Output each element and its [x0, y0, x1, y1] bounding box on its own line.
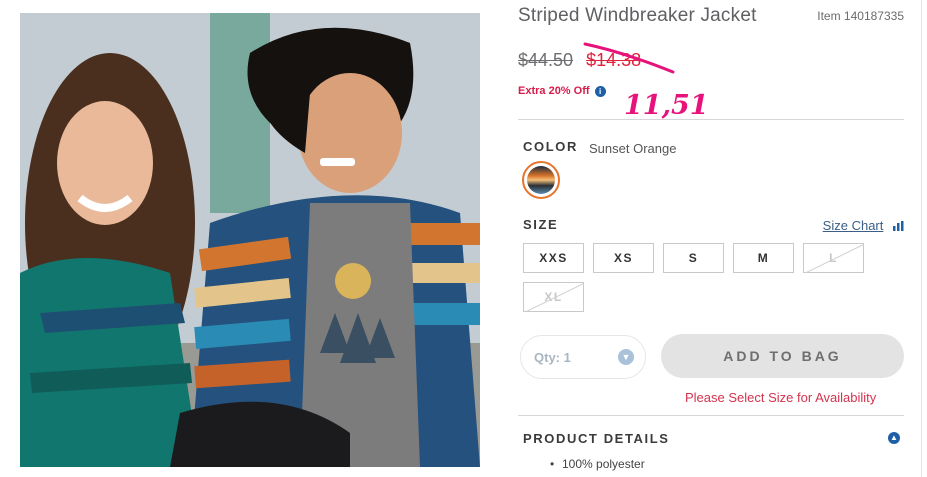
product-details-heading[interactable]: PRODUCT DETAILS: [523, 431, 670, 446]
divider: [518, 119, 904, 120]
page-edge-divider: [921, 0, 922, 477]
extra-discount-label: Extra 20% Off i: [518, 85, 606, 97]
size-chart-link[interactable]: Size Chart: [823, 218, 904, 233]
chevron-up-icon[interactable]: ▲: [888, 432, 900, 444]
size-label: SIZE: [523, 217, 559, 232]
handwritten-price-note: 11,51: [624, 90, 709, 121]
product-title: Striped Windbreaker Jacket: [518, 5, 757, 26]
color-label: COLOR: [523, 139, 578, 154]
swatch-image: [527, 166, 555, 194]
product-info-panel: Striped Windbreaker Jacket Item 14018733…: [518, 0, 908, 477]
color-swatch-sunset-orange[interactable]: [522, 161, 560, 199]
size-chart-label: Size Chart: [822, 218, 884, 233]
quantity-label: Qty: 1: [534, 349, 571, 365]
divider: [518, 415, 904, 416]
product-detail-item: 100% polyester: [550, 457, 645, 471]
size-option-m[interactable]: M: [733, 243, 794, 273]
bar-chart-icon: [893, 221, 904, 231]
size-option-s[interactable]: S: [663, 243, 724, 273]
color-value: Sunset Orange: [589, 141, 677, 156]
extra-discount-text: Extra 20% Off: [518, 85, 590, 97]
chevron-down-icon: ▼: [618, 349, 634, 365]
product-image: [20, 13, 480, 467]
item-number: Item 140187335: [817, 9, 904, 23]
handwritten-strike-mark: [583, 42, 675, 74]
size-option-l-unavailable[interactable]: L: [803, 243, 864, 273]
quantity-select[interactable]: Qty: 1 ▼: [520, 335, 646, 379]
availability-warning: Please Select Size for Availability: [685, 390, 877, 405]
add-to-bag-button[interactable]: ADD TO BAG: [661, 334, 904, 378]
size-option-xxs[interactable]: XXS: [523, 243, 584, 273]
info-icon[interactable]: i: [594, 86, 606, 97]
size-option-xl-unavailable[interactable]: XL: [523, 282, 584, 312]
size-option-xs[interactable]: XS: [593, 243, 654, 273]
original-price: $44.50: [518, 50, 574, 70]
